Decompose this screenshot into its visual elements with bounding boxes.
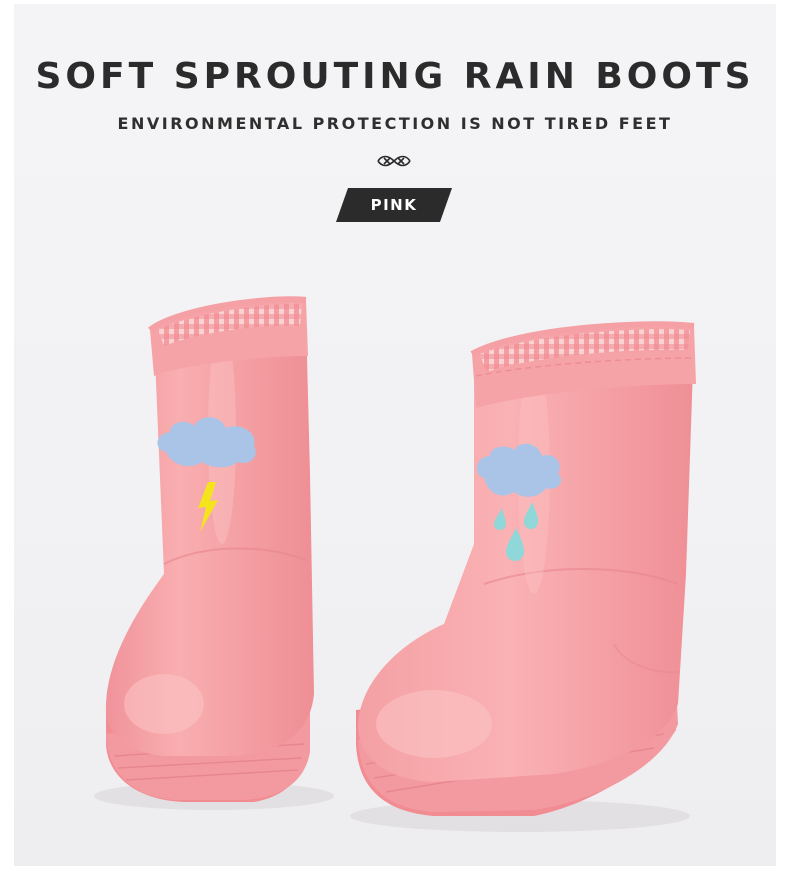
product-banner: SOFT SPROUTING RAIN BOOTS ENVIRONMENTAL … [14, 4, 776, 866]
product-image [94, 296, 696, 832]
left-boot [105, 296, 314, 802]
right-boot [356, 321, 696, 816]
